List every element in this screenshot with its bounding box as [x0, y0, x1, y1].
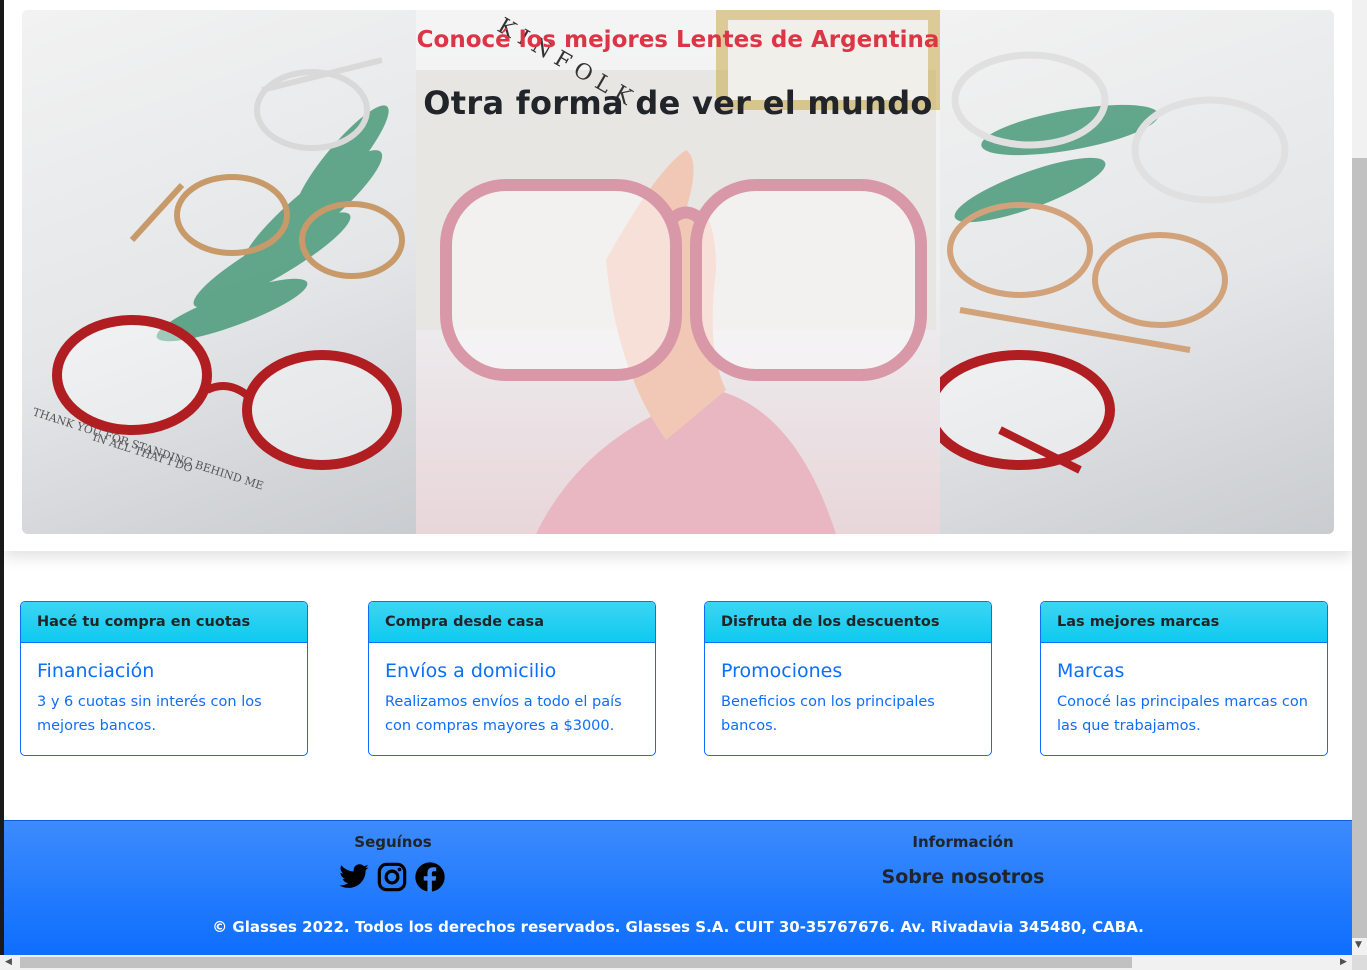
scroll-right-arrow-icon[interactable]: ▶: [1340, 957, 1347, 967]
follow-title: Seguínos: [354, 833, 432, 851]
card-text: Conocé las principales marcas con las qu…: [1057, 694, 1308, 734]
card-header: Hacé tu compra en cuotas: [21, 602, 307, 643]
card-title: Promociones: [721, 660, 843, 682]
card-envios: Compra desde casa Envíos a domicilio Rea…: [368, 601, 656, 756]
card-text: Beneficios con los principales bancos.: [721, 694, 935, 734]
card-text: 3 y 6 cuotas sin interés con los mejores…: [37, 694, 262, 734]
card-header: Compra desde casa: [369, 602, 655, 643]
instagram-icon[interactable]: [376, 861, 408, 893]
about-us-link[interactable]: Sobre nosotros: [874, 866, 1052, 888]
hero-title: Conocé los mejores Lentes de Argentina: [416, 27, 940, 53]
card-title: Marcas: [1057, 660, 1125, 682]
card-header: Disfruta de los descuentos: [705, 602, 991, 643]
scroll-left-arrow-icon[interactable]: ◀: [5, 957, 12, 967]
card-financiacion: Hacé tu compra en cuotas Financiación 3 …: [20, 601, 308, 756]
hero-heading: Otra forma de ver el mundo: [423, 84, 933, 122]
card-title: Envíos a domicilio: [385, 660, 557, 682]
hero-banner: THANK YOU FOR STANDING BEHIND ME IN ALL …: [22, 10, 1334, 534]
info-title: Información: [912, 833, 1014, 851]
footer: Seguínos Información Sobre nosotros © Gl…: [4, 820, 1352, 956]
twitter-icon[interactable]: [338, 861, 370, 893]
card-header: Las mejores marcas: [1041, 602, 1327, 643]
social-links: [338, 861, 446, 893]
facebook-icon[interactable]: [414, 861, 446, 893]
horizontal-scrollbar-thumb[interactable]: [20, 957, 1132, 968]
vertical-scrollbar-thumb[interactable]: [1352, 158, 1367, 938]
card-title: Financiación: [37, 660, 155, 682]
card-marcas: Las mejores marcas Marcas Conocé las pri…: [1040, 601, 1328, 756]
card-promociones: Disfruta de los descuentos Promociones B…: [704, 601, 992, 756]
card-text: Realizamos envíos a todo el país con com…: [385, 694, 622, 734]
scroll-down-arrow-icon[interactable]: ▼: [1355, 940, 1362, 950]
copyright-text: © Glasses 2022. Todos los derechos reser…: [212, 918, 1144, 936]
scrollbar-corner: [1352, 955, 1367, 970]
